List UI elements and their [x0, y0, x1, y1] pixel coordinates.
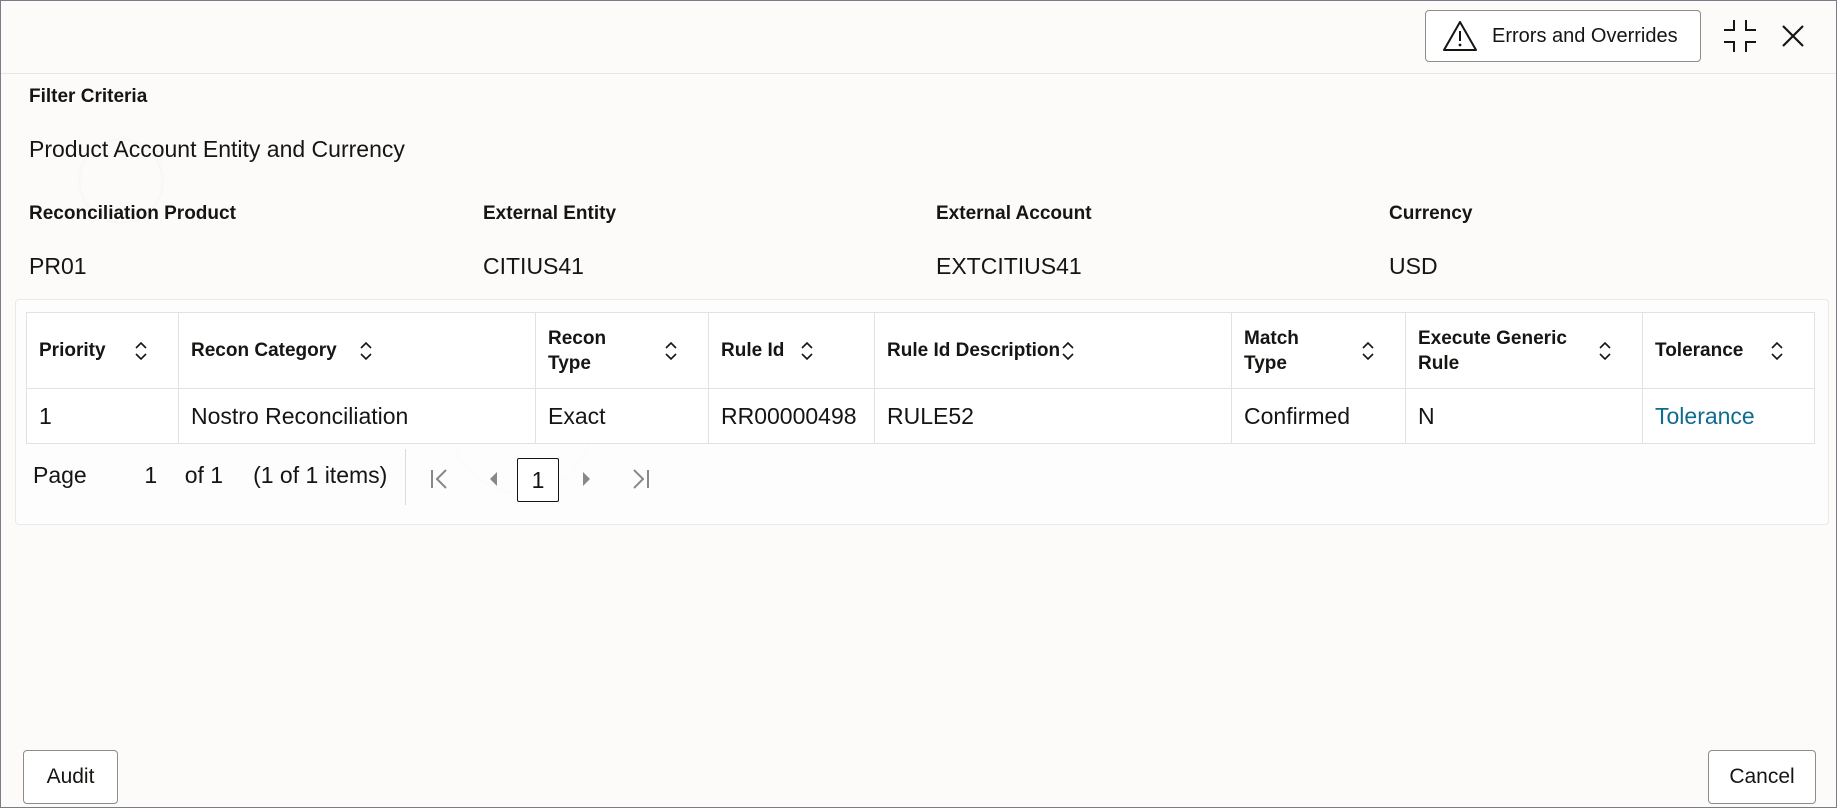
last-page-icon[interactable] — [625, 463, 655, 495]
table-row[interactable]: 1 Nostro Reconciliation Exact RR00000498… — [26, 388, 1815, 444]
previous-page-icon[interactable] — [478, 463, 508, 495]
first-page-icon[interactable] — [425, 463, 455, 495]
section-title: Product Account Entity and Currency — [29, 136, 405, 162]
tolerance-link[interactable]: Tolerance — [1655, 403, 1755, 429]
cell-match-type: Confirmed — [1231, 388, 1406, 444]
cell-rule-id-description: RULE52 — [874, 388, 1232, 444]
page-of-label: of 1 — [184, 461, 224, 488]
cell-recon-type: Exact — [535, 388, 709, 444]
errors-and-overrides-button[interactable]: Errors and Overrides — [1425, 10, 1701, 62]
close-icon[interactable] — [1773, 16, 1813, 56]
column-header-rule-id-description[interactable]: Rule Id Description — [874, 312, 1232, 389]
rules-table: Priority Recon Category Recon Type Rule … — [26, 312, 1815, 444]
errors-button-label: Errors and Overrides — [1492, 24, 1678, 47]
sort-icon[interactable] — [1770, 341, 1784, 361]
cell-tolerance: Tolerance — [1642, 388, 1815, 444]
column-header-recon-type[interactable]: Recon Type — [535, 312, 709, 389]
cell-priority: 1 — [26, 388, 179, 444]
column-header-execute-generic-rule[interactable]: Execute Generic Rule — [1405, 312, 1643, 389]
column-header-tolerance[interactable]: Tolerance — [1642, 312, 1815, 389]
external-account-label: External Account — [936, 203, 1092, 224]
column-header-rule-id[interactable]: Rule Id — [708, 312, 875, 389]
column-label: Match Type — [1244, 327, 1299, 374]
pagination-info: Page 1 of 1 (1 of 1 items) — [33, 447, 387, 503]
reconciliation-product-value: PR01 — [29, 253, 87, 279]
currency-value: USD — [1389, 253, 1438, 279]
items-count-label: (1 of 1 items) — [253, 461, 388, 488]
sort-icon[interactable] — [134, 341, 148, 361]
cancel-button[interactable]: Cancel — [1708, 750, 1816, 804]
page-label: Page — [33, 461, 87, 488]
warning-icon — [1443, 21, 1477, 51]
cell-rule-id: RR00000498 — [708, 388, 875, 444]
external-entity-value: CITIUS41 — [483, 253, 584, 279]
sort-icon[interactable] — [1598, 341, 1612, 361]
external-entity-label: External Entity — [483, 203, 617, 224]
column-label: Recon Category — [191, 340, 337, 361]
external-account-value: EXTCITIUS41 — [936, 253, 1082, 279]
column-header-recon-category[interactable]: Recon Category — [178, 312, 536, 389]
minimize-icon[interactable] — [1720, 16, 1760, 56]
cell-execute-generic-rule: N — [1405, 388, 1643, 444]
dialog-window: Errors and Overrides Filter Criteria Pro… — [0, 0, 1837, 808]
audit-button[interactable]: Audit — [23, 750, 118, 804]
cell-recon-category: Nostro Reconciliation — [178, 388, 536, 444]
column-header-priority[interactable]: Priority — [26, 312, 179, 389]
sort-icon[interactable] — [1061, 341, 1075, 361]
column-label: Rule Id Description — [887, 340, 1061, 361]
next-page-icon[interactable] — [572, 463, 602, 495]
sort-icon[interactable] — [1361, 341, 1375, 361]
column-label: Priority — [39, 340, 106, 361]
sort-icon[interactable] — [359, 341, 373, 361]
table-header-row: Priority Recon Category Recon Type Rule … — [26, 312, 1815, 389]
column-label: Recon Type — [548, 327, 607, 374]
column-label: Rule Id — [721, 340, 785, 361]
current-page-input[interactable]: 1 — [131, 462, 171, 489]
sort-icon[interactable] — [800, 341, 814, 361]
pagination-divider — [405, 449, 406, 505]
page-number-button[interactable]: 1 — [517, 458, 559, 502]
reconciliation-product-label: Reconciliation Product — [29, 203, 236, 224]
column-label: Tolerance — [1655, 340, 1744, 361]
sort-icon[interactable] — [664, 341, 678, 361]
dialog-header: Errors and Overrides — [1, 1, 1836, 74]
filter-criteria-title: Filter Criteria — [29, 86, 148, 107]
column-header-match-type[interactable]: Match Type — [1231, 312, 1406, 389]
column-label: Execute Generic Rule — [1418, 327, 1567, 374]
currency-label: Currency — [1389, 203, 1473, 224]
